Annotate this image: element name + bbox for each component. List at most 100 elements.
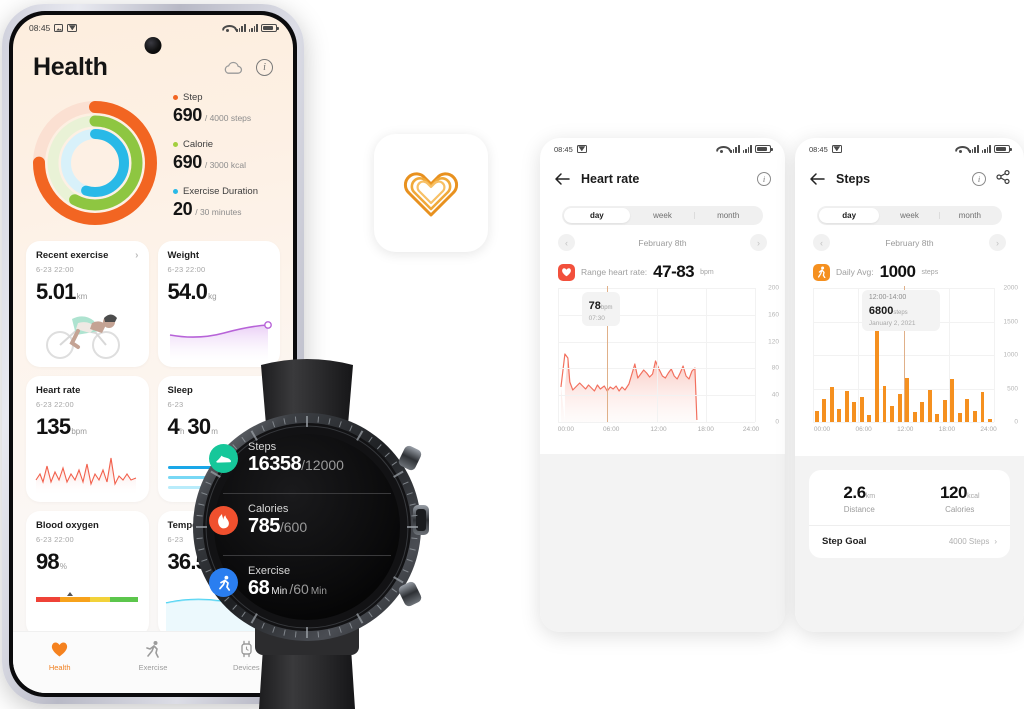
back-arrow-icon[interactable] (554, 172, 570, 186)
signal-icon-2 (981, 145, 991, 153)
steps-bar (837, 408, 842, 422)
page-title: Heart rate (581, 172, 640, 186)
watch-value: 68 (248, 577, 270, 599)
battery-icon (994, 145, 1012, 153)
signal-icon (730, 145, 740, 153)
steps-bar (973, 410, 977, 422)
y-tick: 0 (1014, 418, 1018, 426)
card-heart-rate[interactable]: Heart rate 6-23 22:00 135 bpm (26, 376, 149, 502)
info-icon[interactable]: i (256, 59, 273, 76)
steps-bar (942, 399, 947, 422)
stat-calories: 120 kcal Calories (910, 483, 1011, 514)
next-day-button[interactable]: › (749, 234, 767, 251)
stat-label: Distance (843, 505, 875, 514)
segment-week[interactable]: week (630, 208, 696, 223)
steps-summary: Daily Avg: 1000 steps (813, 262, 1024, 282)
status-time: 08:45 (809, 144, 828, 154)
steps-bar (980, 391, 985, 422)
x-tick: 12:00 (650, 426, 667, 433)
period-segmented-control[interactable]: day week month (817, 206, 1002, 225)
segment-month[interactable]: month (695, 208, 761, 223)
watch-label: Exercise (248, 565, 291, 577)
watch-goal: /600 (279, 519, 308, 535)
card-title: Heart rate (36, 385, 81, 396)
prev-day-button[interactable]: ‹ (558, 234, 575, 251)
card-value: 135 (36, 414, 71, 439)
y-tick: 1500 (1003, 318, 1018, 325)
steps-bar (882, 385, 887, 422)
phone-steps-screen: 08:45 Steps i day week month ‹ February … (795, 138, 1024, 632)
watch-row-steps[interactable]: Steps 16358/12000 (209, 441, 405, 476)
steps-tooltip: 12:00-14:00 6800steps January 2, 2021 (861, 290, 940, 331)
card-blood-oxygen[interactable]: Blood oxygen 6-23 22:00 98 % (26, 511, 149, 637)
card-value: 54.0 (167, 279, 208, 304)
battery-icon (261, 24, 279, 32)
segment-day[interactable]: day (564, 208, 630, 223)
info-icon[interactable]: i (972, 172, 986, 186)
watch-goal: /60 (289, 581, 309, 597)
step-dot (173, 95, 178, 100)
watch-label: Steps (248, 441, 277, 453)
walking-icon (813, 263, 830, 281)
steps-chart[interactable]: 12:00-14:00 6800steps January 2, 2021 20… (813, 284, 1018, 440)
chevron-right-icon[interactable]: › (135, 250, 138, 261)
steps-bar (897, 393, 902, 422)
status-bar: 08:45 (540, 138, 785, 160)
wifi-icon (955, 145, 966, 153)
signal-icon-2 (742, 145, 752, 153)
segment-day[interactable]: day (819, 208, 880, 223)
metric-label: Exercise Duration (183, 186, 258, 197)
period-segmented-control[interactable]: day week month (562, 206, 763, 225)
segment-month[interactable]: month (940, 208, 1000, 223)
step-goal-row[interactable]: Step Goal 4000 Steps › (809, 525, 1010, 558)
steps-bar (859, 397, 864, 422)
watch-unit2: Min (310, 586, 327, 597)
steps-bar (920, 401, 925, 422)
heart-rate-icon (558, 263, 575, 281)
calorie-dot (173, 142, 178, 147)
steps-bar (822, 399, 827, 422)
share-icon[interactable] (996, 169, 1010, 189)
x-tick: 18:00 (938, 426, 956, 433)
cloud-icon[interactable] (223, 61, 243, 75)
tab-health[interactable]: Health (13, 640, 106, 672)
current-date-label: February 8th (885, 237, 934, 248)
signal-icon-2 (248, 24, 258, 32)
card-date: 6-23 22:00 (36, 400, 74, 409)
steps-bar (905, 377, 910, 422)
next-day-button[interactable]: › (988, 234, 1006, 251)
summary-unit: bpm (700, 268, 714, 276)
summary-value: 47-83 (653, 262, 695, 281)
y-tick: 80 (771, 364, 779, 372)
watch-row-calories[interactable]: Calories 785/600 (209, 503, 405, 538)
page-title: Health (33, 53, 108, 81)
card-recent-exercise[interactable]: Recent exercise › 6-23 22:00 5.01 km (26, 241, 149, 367)
segment-week[interactable]: week (879, 208, 940, 223)
steps-bar (988, 419, 993, 422)
chevron-right-icon[interactable]: › (994, 537, 997, 546)
steps-stat-card: 2.6 km Distance 120 kcal Calories Step Goa… (809, 470, 1010, 558)
heartrate-chart[interactable]: 78bpm 07:30 200 160 120 80 40 0 00:00 06… (558, 285, 779, 440)
steps-bar (957, 412, 962, 422)
nav-bar: Steps i (795, 160, 1024, 198)
phone-heartrate-screen: 08:45 Heart rate i day week month ‹ Febr… (540, 138, 785, 632)
card-weight[interactable]: Weight 6-23 22:00 54.0 kg (157, 241, 280, 367)
back-arrow-icon[interactable] (809, 172, 825, 186)
y-axis-labels: 2000 1500 1000 500 0 (998, 284, 1018, 426)
watch-unit: Min (271, 586, 288, 597)
x-tick: 24:00 (742, 426, 760, 433)
x-tick: 12:00 (897, 426, 914, 433)
prev-day-button[interactable]: ‹ (813, 234, 830, 251)
health-app-icon[interactable] (374, 134, 488, 252)
card-unit: kg (208, 292, 217, 301)
card-unit: km (76, 292, 88, 301)
metric-value: 690 (173, 152, 202, 172)
stat-label: Calories (945, 505, 975, 514)
watch-row-exercise[interactable]: Exercise 68 Min /60 Min (209, 565, 405, 600)
heart-icon (52, 642, 68, 657)
steps-bar (890, 405, 894, 422)
y-tick: 2000 (1003, 284, 1018, 292)
info-icon[interactable]: i (757, 172, 771, 186)
heartrate-bottom-panel (540, 454, 785, 632)
card-unit: % (59, 562, 67, 571)
